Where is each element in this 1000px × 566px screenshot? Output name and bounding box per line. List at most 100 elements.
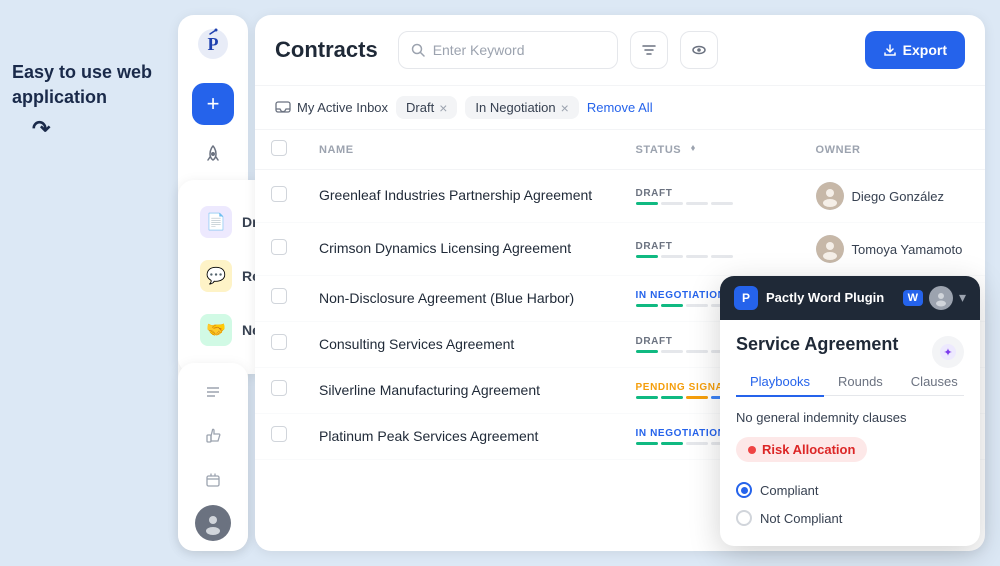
negotiation-filter-chip[interactable]: In Negotiation × [465, 96, 578, 119]
status-bar [636, 202, 784, 205]
compliant-radio[interactable] [736, 482, 752, 498]
risk-allocation-badge[interactable]: Risk Allocation [736, 437, 867, 462]
row-checkbox[interactable] [271, 239, 287, 255]
draft-icon: 📄 [200, 206, 232, 238]
search-placeholder: Enter Keyword [433, 42, 525, 58]
bar-segment [686, 255, 708, 258]
tab-playbooks[interactable]: Playbooks [736, 368, 824, 397]
package-icon-button[interactable] [194, 461, 232, 499]
bar-segment [636, 350, 658, 353]
contract-name-cell: Crimson Dynamics Licensing Agreement [303, 223, 620, 276]
remove-all-button[interactable]: Remove All [587, 100, 653, 115]
word-plugin-panel: P Pactly Word Plugin W ▾ Service Agreeme… [720, 276, 980, 547]
status-column-header[interactable]: STATUS [620, 130, 800, 170]
word-icon: W [903, 290, 923, 306]
not-compliant-option[interactable]: Not Compliant [736, 504, 964, 532]
contract-name: Greenleaf Industries Partnership Agreeme… [319, 187, 592, 203]
row-checkbox-cell[interactable] [255, 322, 303, 368]
bar-segment [661, 442, 683, 445]
row-checkbox-cell[interactable] [255, 368, 303, 414]
row-checkbox-cell[interactable] [255, 223, 303, 276]
plugin-header-actions: W ▾ [903, 286, 966, 310]
export-label: Export [903, 42, 947, 58]
bar-segment [661, 255, 683, 258]
risk-badge-label: Risk Allocation [762, 442, 855, 457]
radio-inner [741, 487, 748, 494]
bar-segment [636, 202, 658, 205]
owner-avatar [816, 182, 844, 210]
inbox-label: My Active Inbox [297, 100, 388, 115]
row-checkbox-cell[interactable] [255, 170, 303, 223]
draft-filter-chip[interactable]: Draft × [396, 96, 457, 119]
thumbs-up-icon-button[interactable] [194, 417, 232, 455]
name-column-header: NAME [303, 130, 620, 170]
bar-segment [711, 202, 733, 205]
sidebar-logo: P [195, 29, 231, 65]
row-checkbox-cell[interactable] [255, 414, 303, 460]
table-row[interactable]: Crimson Dynamics Licensing AgreementDRAF… [255, 223, 985, 276]
not-compliant-radio[interactable] [736, 510, 752, 526]
risk-dot [748, 446, 756, 454]
plugin-doc-title: Service Agreement [736, 334, 898, 355]
user-avatar[interactable] [195, 505, 231, 541]
contract-name-cell: Silverline Manufacturing Agreement [303, 368, 620, 414]
negotiation-chip-label: In Negotiation [475, 100, 555, 115]
plugin-tabs: Playbooks Rounds Clauses [736, 368, 964, 397]
draft-chip-close[interactable]: × [439, 101, 447, 115]
filter-icon [641, 42, 657, 58]
plugin-menu-icon[interactable]: ▾ [959, 289, 966, 306]
bar-segment [636, 255, 658, 258]
owner-cell: Diego González [800, 170, 985, 223]
search-icon [411, 43, 425, 57]
svg-text:✦: ✦ [943, 346, 952, 358]
row-checkbox[interactable] [271, 334, 287, 350]
plugin-user-avatar[interactable] [929, 286, 953, 310]
tab-clauses[interactable]: Clauses [897, 368, 972, 397]
status-bar [636, 255, 784, 258]
row-checkbox[interactable] [271, 380, 287, 396]
contract-name: Platinum Peak Services Agreement [319, 428, 538, 444]
compliant-option[interactable]: Compliant [736, 476, 964, 504]
view-toggle-button[interactable] [680, 31, 718, 69]
bar-segment [686, 442, 708, 445]
owner-column-header: OWNER [800, 130, 985, 170]
plugin-general-text: No general indemnity clauses [736, 410, 964, 425]
status-cell: DRAFT [620, 223, 800, 276]
status-label: DRAFT [636, 188, 784, 199]
tab-rounds[interactable]: Rounds [824, 368, 897, 397]
row-checkbox[interactable] [271, 288, 287, 304]
add-button[interactable]: + [192, 83, 234, 125]
export-button[interactable]: Export [865, 31, 965, 69]
bar-segment [636, 396, 658, 399]
contract-name-cell: Non-Disclosure Agreement (Blue Harbor) [303, 276, 620, 322]
svg-text:P: P [208, 34, 219, 54]
search-box[interactable]: Enter Keyword [398, 31, 618, 69]
bar-segment [636, 304, 658, 307]
table-row[interactable]: Greenleaf Industries Partnership Agreeme… [255, 170, 985, 223]
bar-segment [686, 350, 708, 353]
row-checkbox-cell[interactable] [255, 276, 303, 322]
page-header: Contracts Enter Keyword [255, 15, 985, 86]
contract-name: Consulting Services Agreement [319, 336, 514, 352]
tagline: Easy to use web application ↷ [12, 60, 152, 145]
bar-segment [686, 396, 708, 399]
negotiation-chip-close[interactable]: × [561, 101, 569, 115]
list-icon-button[interactable] [194, 373, 232, 411]
contract-name: Silverline Manufacturing Agreement [319, 382, 540, 398]
select-all-header[interactable] [255, 130, 303, 170]
select-all-checkbox[interactable] [271, 140, 287, 156]
rocket-icon-button[interactable] [194, 135, 232, 173]
row-checkbox[interactable] [271, 426, 287, 442]
owner-name: Tomoya Yamamoto [852, 242, 963, 257]
bar-segment [661, 304, 683, 307]
export-icon [883, 43, 897, 57]
contract-name-cell: Consulting Services Agreement [303, 322, 620, 368]
row-checkbox[interactable] [271, 186, 287, 202]
table-header-row: NAME STATUS OWNER [255, 130, 985, 170]
filter-button[interactable] [630, 31, 668, 69]
bar-segment [711, 255, 733, 258]
sort-icon [688, 143, 698, 153]
inbox-icon [275, 101, 291, 115]
bar-segment [661, 202, 683, 205]
draft-chip-label: Draft [406, 100, 434, 115]
